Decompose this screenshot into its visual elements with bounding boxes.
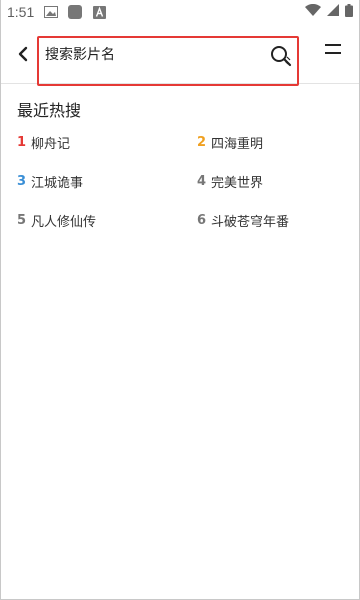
hot-name: 斗破苍穹年番: [211, 214, 290, 230]
hot-search-item[interactable]: 6 斗破苍穹年番: [197, 210, 337, 230]
hot-name: 四海重明: [211, 136, 264, 152]
menu-button[interactable]: [325, 44, 341, 58]
hot-search-list: 1 柳舟记 2 四海重明 3 江城诡事 4 完美世界 5 凡人修仙传 6 斗破苍…: [17, 132, 337, 230]
menu-line-icon: [325, 52, 341, 54]
status-right-icons: [305, 3, 353, 21]
image-icon: [44, 5, 59, 19]
hot-name: 完美世界: [211, 175, 264, 191]
wifi-icon: [305, 3, 321, 20]
hot-search-item[interactable]: 2 四海重明: [197, 132, 337, 152]
search-box: [37, 36, 299, 86]
menu-line-icon: [325, 44, 341, 46]
hot-rank: 3: [17, 173, 27, 189]
a-icon: [92, 5, 106, 19]
hot-rank: 2: [197, 134, 207, 150]
battery-icon: [345, 3, 353, 21]
hot-rank: 4: [197, 173, 207, 189]
hot-name: 江城诡事: [31, 175, 84, 191]
hot-search-item[interactable]: 5 凡人修仙传: [17, 210, 197, 230]
hot-rank: 6: [197, 212, 207, 228]
search-toolbar: [1, 24, 359, 86]
hot-search-item[interactable]: 3 江城诡事: [17, 171, 197, 191]
status-bar: 1:51: [1, 0, 359, 24]
hot-search-item[interactable]: 4 完美世界: [197, 171, 337, 191]
app-square-icon: [68, 5, 83, 19]
signal-icon: [327, 4, 339, 20]
hot-name: 柳舟记: [31, 136, 71, 152]
hot-name: 凡人修仙传: [31, 214, 97, 230]
hot-search-title: 最近热搜: [17, 101, 82, 120]
back-arrow-icon: [18, 46, 28, 62]
search-input[interactable]: [45, 44, 245, 66]
app-screen: 1:51 搜索影片名 最近热搜 1 柳舟记 2 四海重明 3 江城诡事 4 完美…: [0, 0, 360, 600]
hot-search-item[interactable]: 1 柳舟记: [17, 132, 197, 152]
hot-rank: 5: [17, 212, 27, 228]
back-button[interactable]: [11, 42, 35, 66]
hot-rank: 1: [17, 134, 27, 150]
status-time: 1:51: [7, 4, 35, 20]
search-icon[interactable]: [269, 44, 293, 68]
